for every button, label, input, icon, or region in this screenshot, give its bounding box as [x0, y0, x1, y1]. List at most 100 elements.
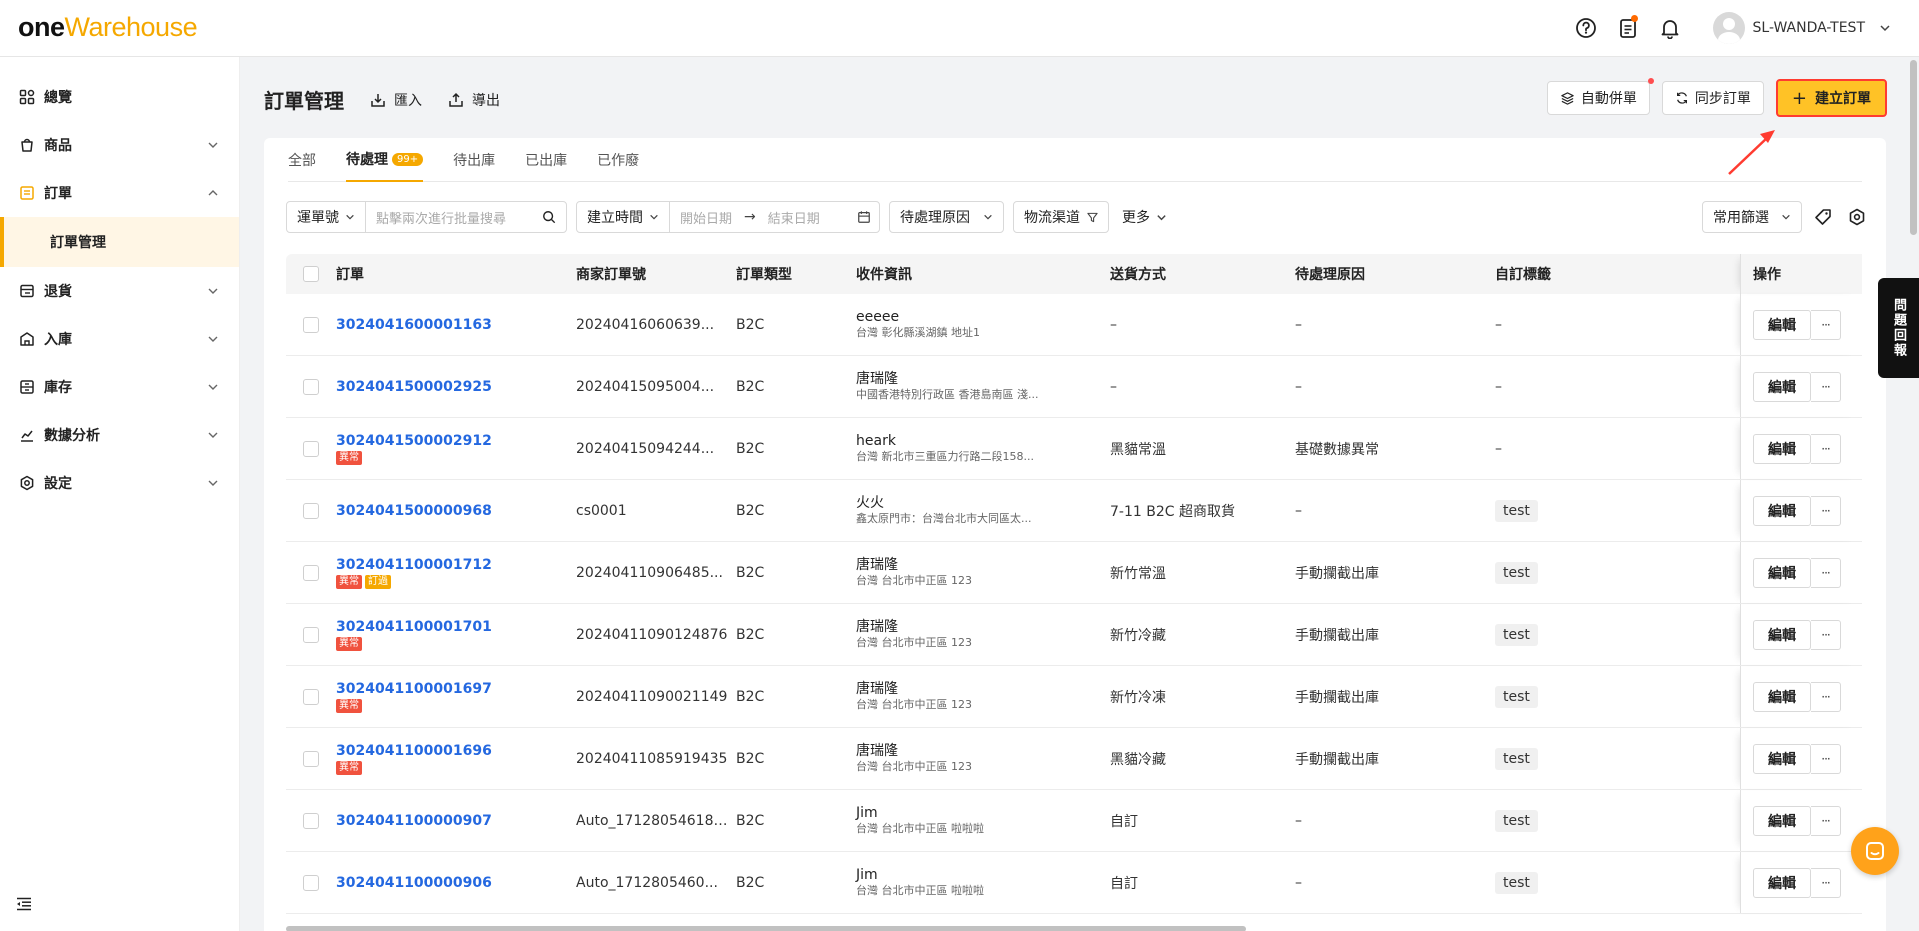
order-number-link[interactable]: 3024041100000906 [336, 875, 576, 891]
row-checkbox[interactable] [303, 564, 319, 581]
edit-button[interactable]: 編輯 [1753, 681, 1811, 712]
column-settings-icon[interactable] [1848, 208, 1866, 226]
tab-shipped[interactable]: 已出庫 [525, 138, 567, 182]
tab-all[interactable]: 全部 [288, 138, 316, 182]
row-checkbox[interactable] [303, 688, 319, 705]
edit-button[interactable]: 編輯 [1753, 433, 1811, 464]
more-actions-button[interactable]: ··· [1811, 619, 1841, 650]
sidebar-item-products[interactable]: 商品 [0, 121, 239, 169]
sidebar-item-returns[interactable]: 退貨 [0, 267, 239, 315]
edit-button[interactable]: 編輯 [1753, 495, 1811, 526]
import-button[interactable]: 匯入 [370, 90, 422, 110]
more-actions-button[interactable]: ··· [1811, 433, 1841, 464]
more-actions-button[interactable]: ··· [1811, 867, 1841, 898]
edit-button[interactable]: 編輯 [1753, 867, 1811, 898]
common-filter-select[interactable]: 常用篩選 [1702, 201, 1802, 233]
row-checkbox[interactable] [303, 626, 319, 643]
recipient-address: 台灣 彰化縣溪湖鎮 地址1 [856, 325, 980, 339]
chat-launcher[interactable] [1851, 827, 1899, 875]
help-icon[interactable] [1571, 13, 1601, 43]
row-checkbox[interactable] [303, 316, 319, 333]
pending-reason-select[interactable]: 待處理原因 [889, 201, 1004, 233]
more-actions-button[interactable]: ··· [1811, 743, 1841, 774]
end-date-input[interactable]: 結束日期 [758, 208, 857, 227]
horizontal-scrollbar[interactable] [286, 926, 1246, 931]
user-menu[interactable]: SL-WANDA-TEST [1712, 12, 1891, 44]
table-row[interactable]: 3024041100001701 異常 20240411090124876 B2… [286, 604, 1862, 666]
order-number-link[interactable]: 3024041100001701 [336, 619, 576, 635]
tab-awaiting-outbound[interactable]: 待出庫 [453, 138, 495, 182]
more-actions-button[interactable]: ··· [1811, 495, 1841, 526]
table-row[interactable]: 3024041500002925 20240415095004... B2C 唐… [286, 356, 1862, 418]
vertical-scrollbar[interactable] [1910, 60, 1917, 235]
channel-filter[interactable]: 物流渠道 [1013, 201, 1109, 233]
recipient-name: 火火 [856, 494, 884, 511]
more-actions-button[interactable]: ··· [1811, 805, 1841, 836]
select-all-checkbox[interactable] [303, 266, 319, 282]
more-actions-button[interactable]: ··· [1811, 371, 1841, 402]
order-number-link[interactable]: 3024041100001712 [336, 557, 576, 573]
row-checkbox[interactable] [303, 874, 319, 891]
edit-button[interactable]: 編輯 [1753, 309, 1811, 340]
sidebar-subitem-order-management[interactable]: 訂單管理 [0, 217, 239, 267]
sync-orders-button[interactable]: 同步訂單 [1661, 81, 1764, 115]
more-actions-button[interactable]: ··· [1811, 309, 1841, 340]
more-actions-button[interactable]: ··· [1811, 557, 1841, 588]
calendar-icon[interactable] [857, 210, 879, 224]
table-row[interactable]: 3024041100001696 異常 20240411085919435 B2… [286, 728, 1862, 790]
order-number-link[interactable]: 3024041100001697 [336, 681, 576, 697]
start-date-input[interactable]: 開始日期 [670, 208, 742, 227]
search-icon[interactable] [542, 210, 566, 224]
edit-button[interactable]: 編輯 [1753, 805, 1811, 836]
order-number-link[interactable]: 3024041600001163 [336, 317, 576, 333]
export-button[interactable]: 導出 [448, 90, 500, 110]
order-number-link[interactable]: 3024041500000968 [336, 503, 576, 519]
time-type-select[interactable]: 建立時間 [577, 202, 670, 232]
row-checkbox[interactable] [303, 440, 319, 457]
tab-voided[interactable]: 已作廢 [597, 138, 639, 182]
sidebar-item-orders[interactable]: 訂單 [0, 169, 239, 217]
shipping-method: 黑貓冷藏 [1110, 751, 1166, 768]
row-checkbox[interactable] [303, 378, 319, 395]
feedback-tab[interactable]: 問題回報 [1878, 278, 1919, 378]
search-type-select[interactable]: 運單號 [287, 202, 366, 232]
sidebar-item-analytics[interactable]: 數據分析 [0, 411, 239, 459]
order-number-link[interactable]: 3024041100001696 [336, 743, 576, 759]
table-row[interactable]: 3024041100001712 異常 訂過 202404110906485...… [286, 542, 1862, 604]
table-row[interactable]: 3024041100001697 異常 20240411090021149 B2… [286, 666, 1862, 728]
table-row[interactable]: 3024041100000906 Auto_1712805460... B2C … [286, 852, 1862, 914]
edit-button[interactable]: 編輯 [1753, 743, 1811, 774]
table-row[interactable]: 3024041100000907 Auto_1712805461810 B2C … [286, 790, 1862, 852]
collapse-sidebar-icon[interactable] [16, 897, 32, 915]
edit-button[interactable]: 編輯 [1753, 619, 1811, 650]
chevron-down-icon [208, 384, 218, 390]
task-list-icon[interactable] [1613, 13, 1643, 43]
sidebar-item-settings[interactable]: 設定 [0, 459, 239, 507]
sidebar-item-inventory[interactable]: 庫存 [0, 363, 239, 411]
edit-button[interactable]: 編輯 [1753, 371, 1811, 402]
bell-icon[interactable] [1655, 13, 1685, 43]
table-row[interactable]: 3024041500002912 異常 20240415094244... B2… [286, 418, 1862, 480]
more-filters-button[interactable]: 更多 [1122, 201, 1167, 233]
row-checkbox[interactable] [303, 502, 319, 519]
shipping-method: 新竹冷藏 [1110, 627, 1166, 644]
table-row[interactable]: 3024041600001163 20240416060639... B2C e… [286, 294, 1862, 356]
create-order-button[interactable]: + 建立訂單 [1775, 79, 1887, 117]
search-input[interactable]: 點擊兩次進行批量搜尋 [366, 208, 542, 227]
table-row[interactable]: 3024041500000968 cs0001 B2C 火火 鑫太原門市：台灣台… [286, 480, 1862, 542]
auto-merge-button[interactable]: 自動併單 [1546, 78, 1654, 115]
sidebar-item-inbound[interactable]: 入庫 [0, 315, 239, 363]
pending-reason: – [1295, 502, 1302, 519]
column-header: 訂單類型 [736, 267, 792, 283]
row-checkbox[interactable] [303, 750, 319, 767]
sidebar-item-overview[interactable]: 總覽 [0, 73, 239, 121]
tag-icon[interactable] [1814, 208, 1832, 226]
logo[interactable]: oneWarehouse [18, 12, 198, 43]
tab-pending[interactable]: 待處理 99+ [346, 138, 424, 182]
order-number-link[interactable]: 3024041100000907 [336, 813, 576, 829]
edit-button[interactable]: 編輯 [1753, 557, 1811, 588]
order-number-link[interactable]: 3024041500002925 [336, 379, 576, 395]
order-number-link[interactable]: 3024041500002912 [336, 433, 576, 449]
row-checkbox[interactable] [303, 812, 319, 829]
more-actions-button[interactable]: ··· [1811, 681, 1841, 712]
